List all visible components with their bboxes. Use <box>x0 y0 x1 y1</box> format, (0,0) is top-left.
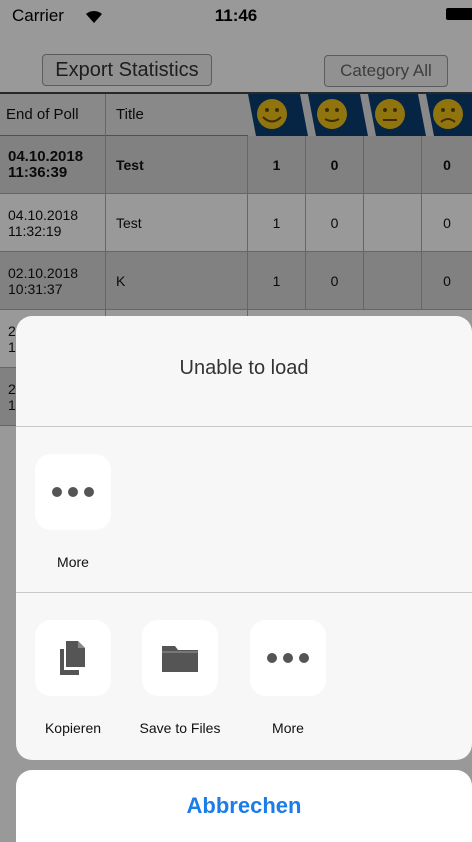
share-sheet: Unable to load More Kopieren Save to Fil… <box>16 316 472 760</box>
action-label: Save to Files <box>139 720 221 736</box>
divider <box>16 426 472 427</box>
divider <box>16 592 472 593</box>
cancel-button[interactable]: Abbrechen <box>16 770 472 842</box>
copy-icon <box>35 620 111 696</box>
share-sheet-title: Unable to load <box>179 357 309 379</box>
share-action-save-to-files[interactable]: Save to Files <box>132 620 228 736</box>
folder-icon <box>142 620 218 696</box>
more-icon <box>35 454 111 530</box>
action-label: Kopieren <box>44 720 102 736</box>
share-action-more-top[interactable]: More <box>25 454 121 570</box>
share-action-copy[interactable]: Kopieren <box>25 620 121 736</box>
action-label: More <box>57 554 89 570</box>
share-action-more[interactable]: More <box>240 620 336 736</box>
more-icon <box>250 620 326 696</box>
action-label: More <box>272 720 304 736</box>
